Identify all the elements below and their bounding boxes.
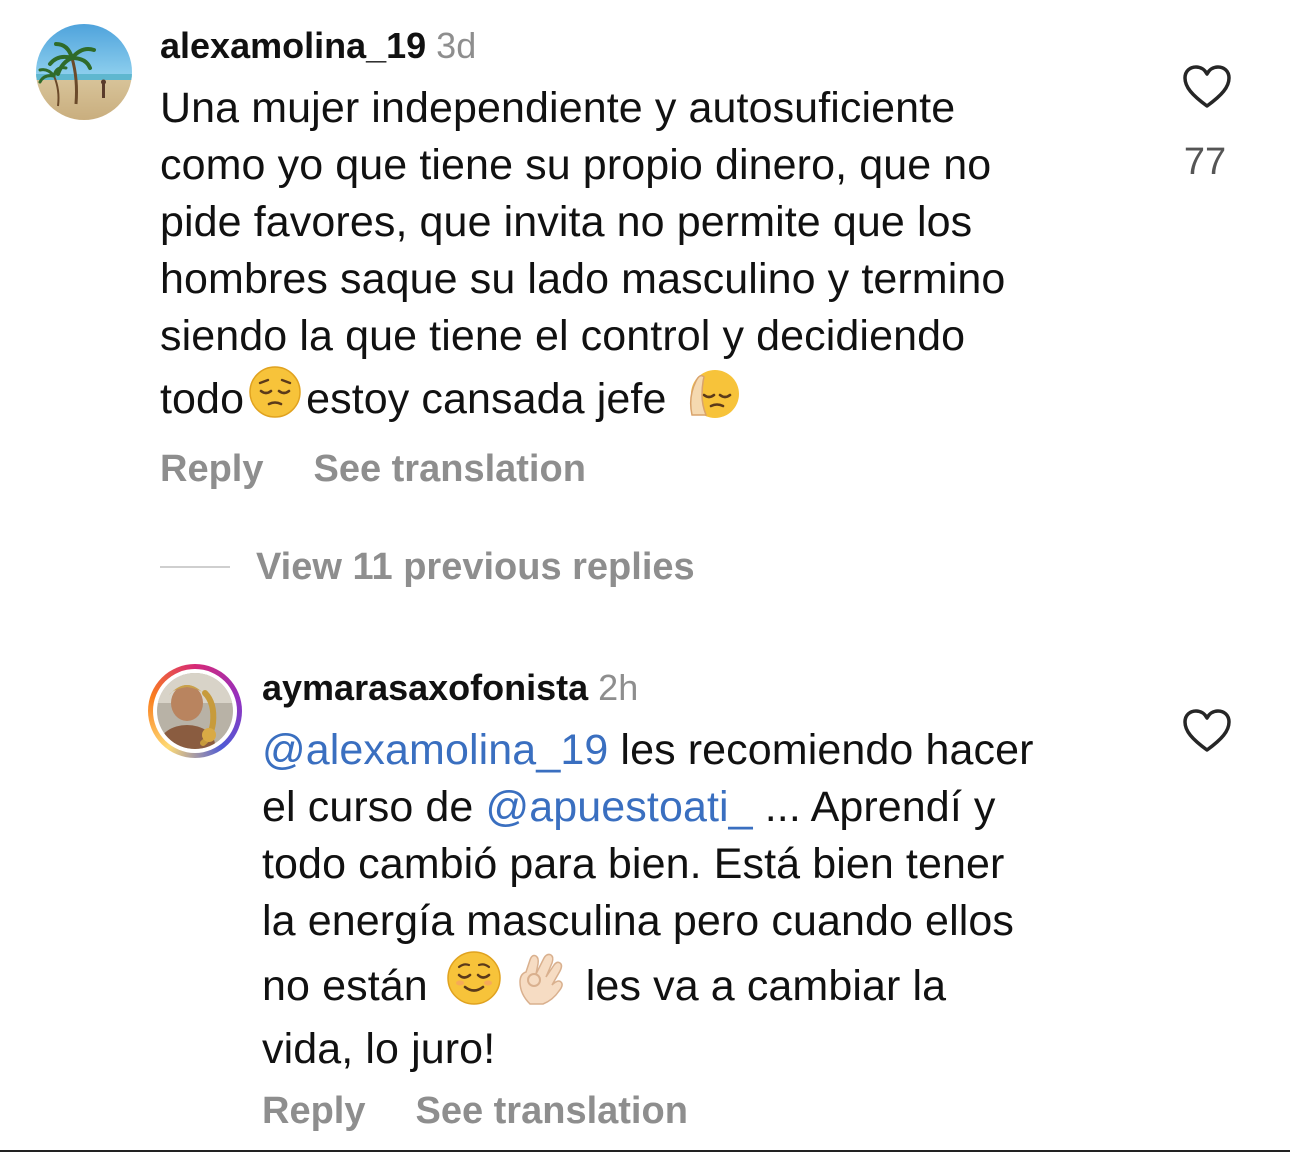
heart-icon[interactable] — [1182, 64, 1232, 110]
pensive-emoji-with-hand-icon — [686, 365, 740, 434]
comment-line: pide favores, que invita no permite que … — [160, 198, 973, 246]
view-previous-replies-button[interactable]: View 11 previous replies — [160, 544, 695, 590]
timestamp: 2h — [598, 667, 639, 708]
mention-link[interactable]: @apuestoati_ — [486, 783, 753, 831]
reply-button[interactable]: Reply — [262, 1090, 365, 1132]
reply-line: no están les va a cambiar la — [262, 950, 1142, 1021]
reply-text: @alexamolina_19 les recomiendo hacer el … — [262, 722, 1142, 1078]
view-replies-label: View 11 previous replies — [256, 546, 695, 588]
see-translation-button[interactable]: See translation — [313, 448, 585, 490]
reply-line: todo cambió para bien. Está bien tener — [262, 840, 1005, 888]
pensive-emoji-icon — [248, 365, 302, 434]
comment-line: como yo que tiene su propio dinero, que … — [160, 141, 992, 189]
reply-line: el curso de @apuestoati_ ... Aprendí y — [262, 783, 996, 831]
comment-line: Una mujer independiente y autosuficiente — [160, 84, 956, 132]
timestamp: 3d — [436, 25, 477, 66]
like-count: 77 — [1183, 141, 1227, 183]
comment-line: hombres saque su lado masculino y termin… — [160, 255, 1006, 303]
comment-line: todo estoy cansada jefe — [160, 365, 1150, 434]
username[interactable]: alexamolina_19 — [160, 25, 426, 66]
comment-actions: Reply See translation — [160, 446, 586, 492]
reply-header: aymarasaxofonista 2h — [262, 666, 638, 710]
avatar-story-ring[interactable] — [148, 664, 242, 758]
reply-actions: Reply See translation — [262, 1088, 688, 1134]
comments-screen: alexamolina_19 3d Una mujer independiente… — [0, 0, 1290, 1155]
comment-text: Una mujer independiente y autosuficiente… — [160, 80, 1150, 434]
relieved-emoji-icon — [446, 950, 502, 1021]
avatar — [157, 673, 233, 749]
reply-line: @alexamolina_19 les recomiendo hacer — [262, 726, 1034, 774]
divider — [160, 566, 230, 568]
divider — [0, 1150, 1290, 1152]
avatar[interactable] — [36, 24, 132, 120]
username[interactable]: aymarasaxofonista — [262, 667, 588, 708]
reply-line: vida, lo juro! — [262, 1025, 496, 1073]
ok-hand-emoji-icon — [516, 950, 566, 1021]
mention-link[interactable]: @alexamolina_19 — [262, 726, 608, 774]
reply-line: la energía masculina pero cuando ellos — [262, 897, 1014, 945]
reply-button[interactable]: Reply — [160, 448, 263, 490]
comment-line: siendo la que tiene el control y decidie… — [160, 312, 966, 360]
comment-header: alexamolina_19 3d — [160, 24, 476, 68]
see-translation-button[interactable]: See translation — [415, 1090, 687, 1132]
heart-icon[interactable] — [1182, 708, 1232, 754]
